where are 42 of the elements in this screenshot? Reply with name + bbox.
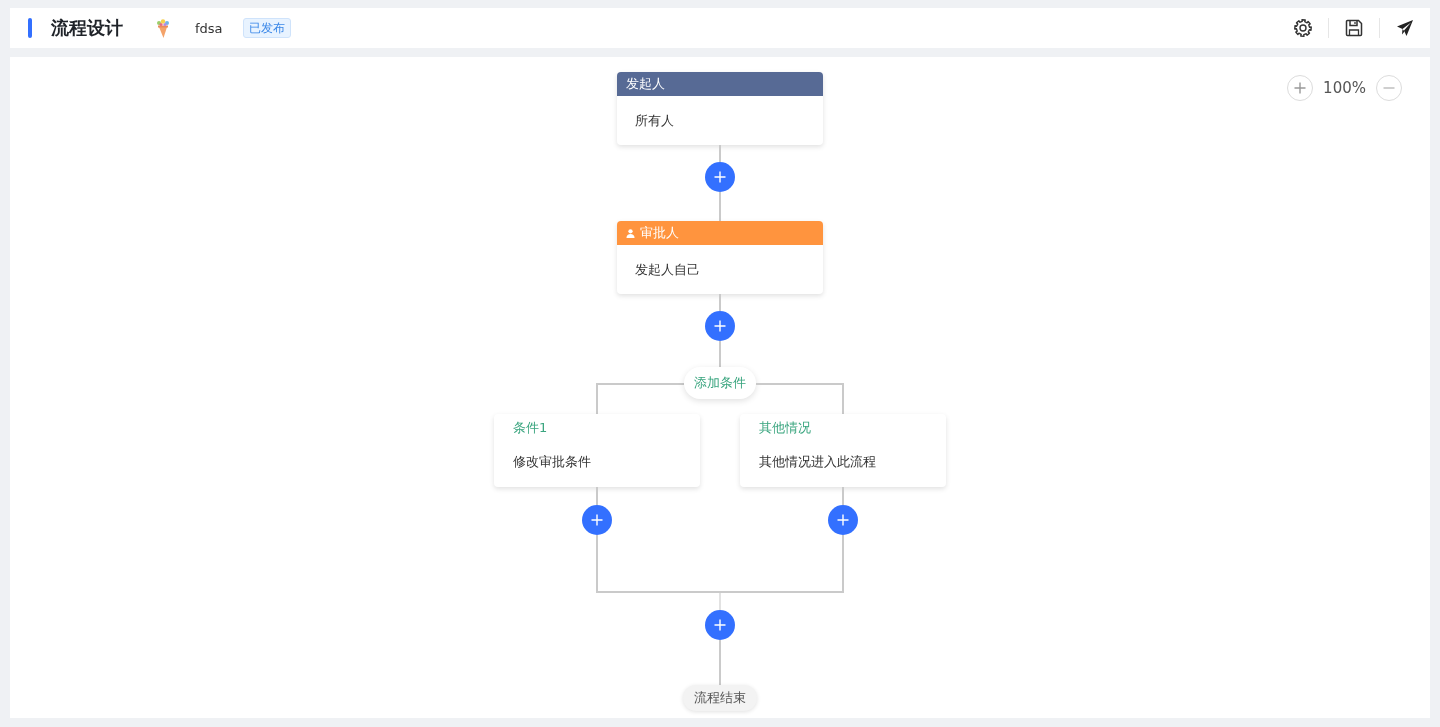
condition-card[interactable]: 条件1 修改审批条件 xyxy=(494,414,700,487)
connector-line xyxy=(596,487,598,505)
node-title: 发起人 xyxy=(626,75,665,93)
connector-line xyxy=(719,145,721,162)
save-icon[interactable] xyxy=(1345,19,1363,37)
condition-card[interactable]: 其他情况 其他情况进入此流程 xyxy=(740,414,946,487)
node-card[interactable]: 发起人 所有人 xyxy=(617,72,823,145)
add-node-button[interactable] xyxy=(705,162,735,192)
add-node-button[interactable] xyxy=(705,610,735,640)
add-node-button[interactable] xyxy=(705,311,735,341)
ice-cream-icon xyxy=(154,18,172,38)
minus-icon xyxy=(1383,87,1395,89)
plus-icon xyxy=(1294,82,1307,94)
node-content: 所有人 xyxy=(635,111,674,130)
user-icon xyxy=(626,228,635,238)
plus-icon xyxy=(714,619,726,631)
plus-icon xyxy=(591,514,603,526)
node-title: 审批人 xyxy=(640,224,679,242)
zoom-level: 100% xyxy=(1323,79,1366,97)
process-name: fdsa xyxy=(195,20,223,36)
plus-icon xyxy=(837,514,849,526)
settings-icon[interactable] xyxy=(1294,19,1312,37)
plus-icon xyxy=(714,320,726,332)
connector-line xyxy=(719,192,721,221)
condition-title: 其他情况 xyxy=(759,419,811,437)
end-node: 流程结束 xyxy=(683,685,757,711)
add-node-button[interactable] xyxy=(582,505,612,535)
status-badge: 已发布 xyxy=(242,18,291,38)
connector-line xyxy=(719,640,721,685)
connector-line xyxy=(842,487,844,505)
add-node-button[interactable] xyxy=(828,505,858,535)
connector-line xyxy=(719,341,721,367)
condition-title: 条件1 xyxy=(513,419,548,437)
connector-line xyxy=(719,294,721,311)
node-content: 发起人自己 xyxy=(635,260,700,279)
accent-bar xyxy=(28,18,32,38)
page-title: 流程设计 xyxy=(51,16,123,40)
condition-content: 其他情况进入此流程 xyxy=(759,453,876,471)
plus-icon xyxy=(714,171,726,183)
send-icon[interactable] xyxy=(1396,19,1414,37)
condition-content: 修改审批条件 xyxy=(513,453,591,471)
node-card[interactable]: 审批人 发起人自己 xyxy=(617,221,823,294)
